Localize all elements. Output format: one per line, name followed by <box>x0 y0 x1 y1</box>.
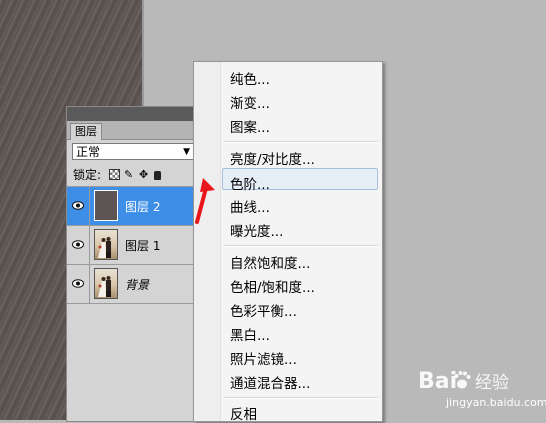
layer-thumbnail <box>94 190 118 221</box>
visibility-toggle[interactable] <box>67 265 90 303</box>
menu-gutter <box>194 62 221 421</box>
menu-item-levels[interactable]: 色阶... <box>230 173 270 193</box>
lock-label: 锁定: <box>73 168 102 182</box>
layers-panel: 图层 正常 ▼ 锁定: ✎ ✥ 图层 2 图层 1 背景 <box>66 106 198 422</box>
menu-item-vibrance[interactable]: 自然饱和度... <box>230 252 310 272</box>
eye-icon <box>72 279 84 288</box>
baidu-logo: Bai 经验 <box>418 369 509 394</box>
lock-transparent-icon[interactable] <box>109 169 120 180</box>
visibility-toggle[interactable] <box>67 226 90 264</box>
lock-all-icon[interactable] <box>154 171 161 180</box>
menu-separator <box>224 141 378 143</box>
watermark-url: jingyan.baidu.com <box>446 396 546 409</box>
svg-text:Bai: Bai <box>418 369 457 394</box>
layer-thumbnail <box>94 268 118 299</box>
wedding-photo-thumbnail <box>98 237 111 258</box>
layer-name: 图层 2 <box>125 200 161 214</box>
menu-item-curves[interactable]: 曲线... <box>230 196 270 216</box>
menu-item-exposure[interactable]: 曝光度... <box>230 220 283 240</box>
menu-item-invert[interactable]: 反相 <box>230 403 257 423</box>
menu-item-black-white[interactable]: 黑白... <box>230 324 270 344</box>
layer-name: 背景 <box>125 278 150 292</box>
menu-item-pattern[interactable]: 图案... <box>230 116 270 136</box>
red-arrow-annotation <box>195 178 215 224</box>
adjustment-layer-menu: 纯色... 渐变... 图案... 亮度/对比度... 色阶... 曲线... … <box>193 61 383 423</box>
menu-item-gradient[interactable]: 渐变... <box>230 92 270 112</box>
chevron-down-icon: ▼ <box>183 147 190 157</box>
menu-item-solid-color[interactable]: 纯色... <box>230 68 270 88</box>
tab-layers[interactable]: 图层 <box>70 123 102 140</box>
baidu-watermark: Bai 经验 jingyan.baidu.com <box>418 366 546 409</box>
eye-icon <box>72 240 84 249</box>
wedding-photo-thumbnail <box>98 276 111 297</box>
blend-mode-value: 正常 <box>76 145 101 159</box>
layer-thumbnail <box>94 229 118 260</box>
menu-item-hue-saturation[interactable]: 色相/饱和度... <box>230 276 315 296</box>
menu-separator <box>224 245 378 247</box>
menu-item-brightness-contrast[interactable]: 亮度/对比度... <box>230 148 315 168</box>
lock-move-icon[interactable]: ✥ <box>139 169 150 180</box>
visibility-toggle[interactable] <box>67 187 90 225</box>
lock-brush-icon[interactable]: ✎ <box>124 169 135 180</box>
layer-row-background[interactable]: 背景 <box>67 265 197 304</box>
panel-tabs: 图层 <box>67 121 197 140</box>
menu-item-photo-filter[interactable]: 照片滤镜... <box>230 348 297 368</box>
panel-titlebar[interactable] <box>67 107 197 121</box>
layer-row-1[interactable]: 图层 1 <box>67 226 197 265</box>
menu-separator <box>224 397 378 399</box>
svg-text:经验: 经验 <box>475 373 509 393</box>
menu-item-channel-mixer[interactable]: 通道混合器... <box>230 372 310 392</box>
lock-row: 锁定: ✎ ✥ <box>67 164 197 187</box>
blend-mode-select[interactable]: 正常 ▼ <box>72 143 194 160</box>
layer-row-2[interactable]: 图层 2 <box>67 187 197 226</box>
menu-item-color-balance[interactable]: 色彩平衡... <box>230 300 297 320</box>
eye-icon <box>72 201 84 210</box>
layer-name: 图层 1 <box>125 239 161 253</box>
blend-mode-row: 正常 ▼ <box>67 140 197 164</box>
